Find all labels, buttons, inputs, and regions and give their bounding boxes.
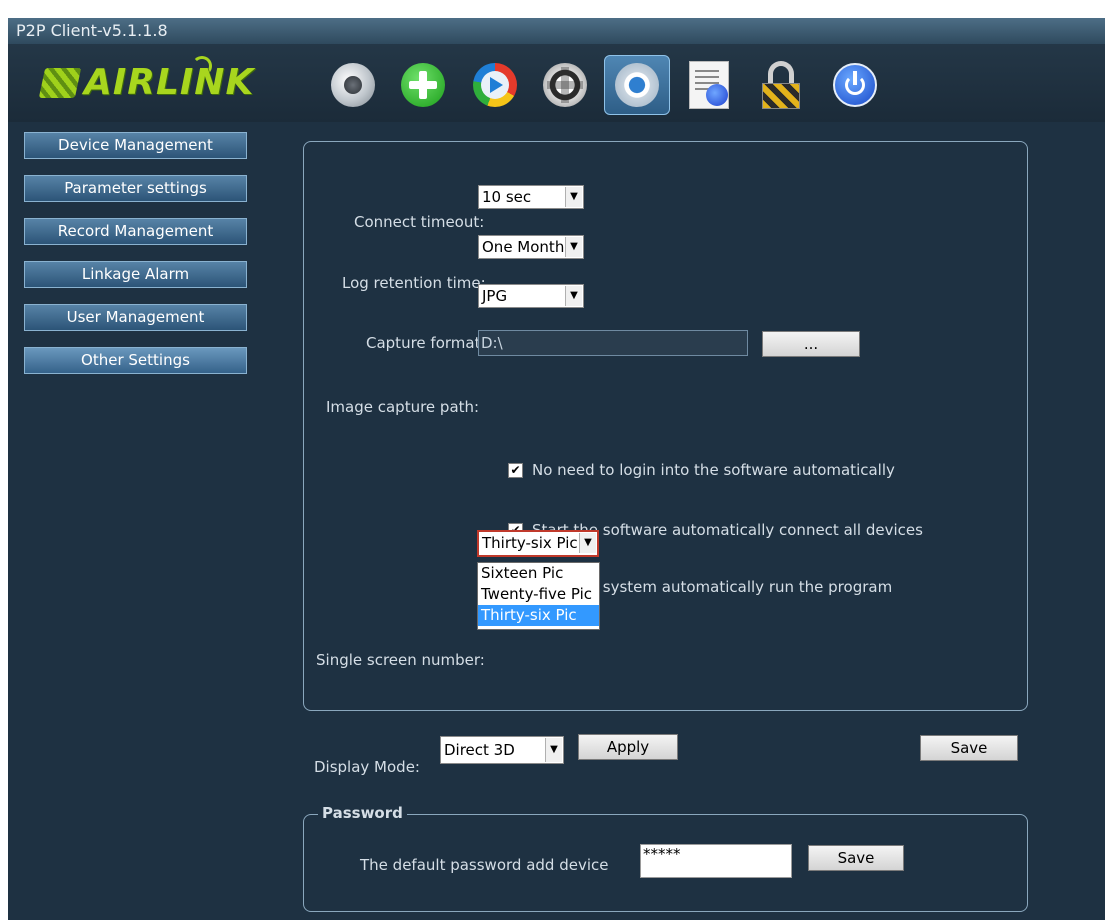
capture-path-label: Image capture path: — [326, 398, 480, 416]
window-title: P2P Client-v5.1.1.8 — [16, 21, 168, 40]
checkbox-no-auto-login[interactable]: ✔ — [508, 463, 523, 478]
chevron-down-icon[interactable]: ▼ — [565, 286, 582, 306]
ptz-icon — [543, 63, 587, 107]
chevron-down-icon[interactable]: ▼ — [565, 237, 582, 257]
title-bar: P2P Client-v5.1.1.8 — [8, 18, 1105, 44]
add-device-button[interactable] — [390, 55, 456, 115]
checkbox-no-auto-login-label: No need to login into the software autom… — [532, 461, 895, 479]
sidebar-item-device-management[interactable]: Device Management — [24, 132, 247, 159]
capture-path-input[interactable]: D:\ — [478, 330, 748, 356]
apply-button[interactable]: Apply — [578, 734, 678, 760]
power-icon — [833, 63, 877, 107]
header-toolbar: AIRLINK — [8, 44, 1105, 122]
display-mode-label: Display Mode: — [314, 758, 420, 776]
browse-button[interactable]: ... — [762, 331, 860, 357]
connect-timeout-value: 10 sec — [482, 188, 532, 206]
password-legend: Password — [318, 804, 407, 822]
capture-format-label: Capture format: — [366, 334, 486, 352]
sidebar-item-user-management[interactable]: User Management — [24, 304, 247, 331]
log-button[interactable] — [676, 55, 742, 115]
display-mode-value: Direct 3D — [444, 741, 515, 759]
chevron-down-icon[interactable]: ▼ — [579, 533, 596, 553]
single-screen-label: Single screen number: — [316, 651, 485, 669]
chevron-down-icon[interactable]: ▼ — [565, 187, 582, 207]
capture-format-select[interactable]: JPG ▼ — [478, 284, 584, 308]
logo-text: AIRLINK — [84, 62, 255, 103]
default-password-label: The default password add device — [360, 856, 609, 874]
connect-timeout-label: Connect timeout: — [354, 213, 485, 231]
app-window: P2P Client-v5.1.1.8 AIRLINK Device Manag… — [8, 18, 1105, 920]
log-retention-select[interactable]: One Month ▼ — [478, 235, 584, 259]
default-password-input[interactable]: ***** — [640, 844, 792, 878]
exit-button[interactable] — [822, 55, 888, 115]
display-mode-select[interactable]: Direct 3D ▼ — [440, 736, 564, 764]
sidebar-item-record-management[interactable]: Record Management — [24, 218, 247, 245]
add-icon — [401, 63, 445, 107]
password-save-button[interactable]: Save — [808, 845, 904, 871]
single-screen-select[interactable]: Thirty-six Pic ▼ — [477, 530, 599, 557]
logo-mark — [38, 68, 82, 98]
chevron-down-icon[interactable]: ▼ — [545, 738, 562, 762]
settings-icon — [615, 63, 659, 107]
settings-button[interactable] — [604, 55, 670, 115]
webcam-button[interactable] — [320, 55, 386, 115]
option-sixteen-pic[interactable]: Sixteen Pic — [478, 563, 599, 584]
playback-button[interactable] — [462, 55, 528, 115]
single-screen-options: Sixteen Pic Twenty-five Pic Thirty-six P… — [477, 562, 600, 630]
play-icon — [473, 63, 517, 107]
log-icon — [689, 61, 729, 109]
option-twenty-five-pic[interactable]: Twenty-five Pic — [478, 584, 599, 605]
log-retention-label: Log retention time: — [342, 274, 486, 292]
sidebar-item-other-settings[interactable]: Other Settings — [24, 347, 247, 374]
airlink-logo: AIRLINK — [38, 56, 262, 106]
sidebar-item-parameter-settings[interactable]: Parameter settings — [24, 175, 247, 202]
sidebar: Device Management Parameter settings Rec… — [24, 132, 252, 390]
option-thirty-six-pic[interactable]: Thirty-six Pic — [478, 605, 599, 626]
sidebar-item-linkage-alarm[interactable]: Linkage Alarm — [24, 261, 247, 288]
save-button[interactable]: Save — [920, 735, 1018, 761]
connect-timeout-select[interactable]: 10 sec ▼ — [478, 185, 584, 209]
ptz-button[interactable] — [532, 55, 598, 115]
log-retention-value: One Month — [482, 238, 565, 256]
lock-icon — [760, 61, 802, 109]
webcam-icon — [331, 63, 375, 107]
capture-format-value: JPG — [482, 287, 508, 305]
lock-button[interactable] — [748, 55, 814, 115]
single-screen-value: Thirty-six Pic — [482, 534, 578, 552]
